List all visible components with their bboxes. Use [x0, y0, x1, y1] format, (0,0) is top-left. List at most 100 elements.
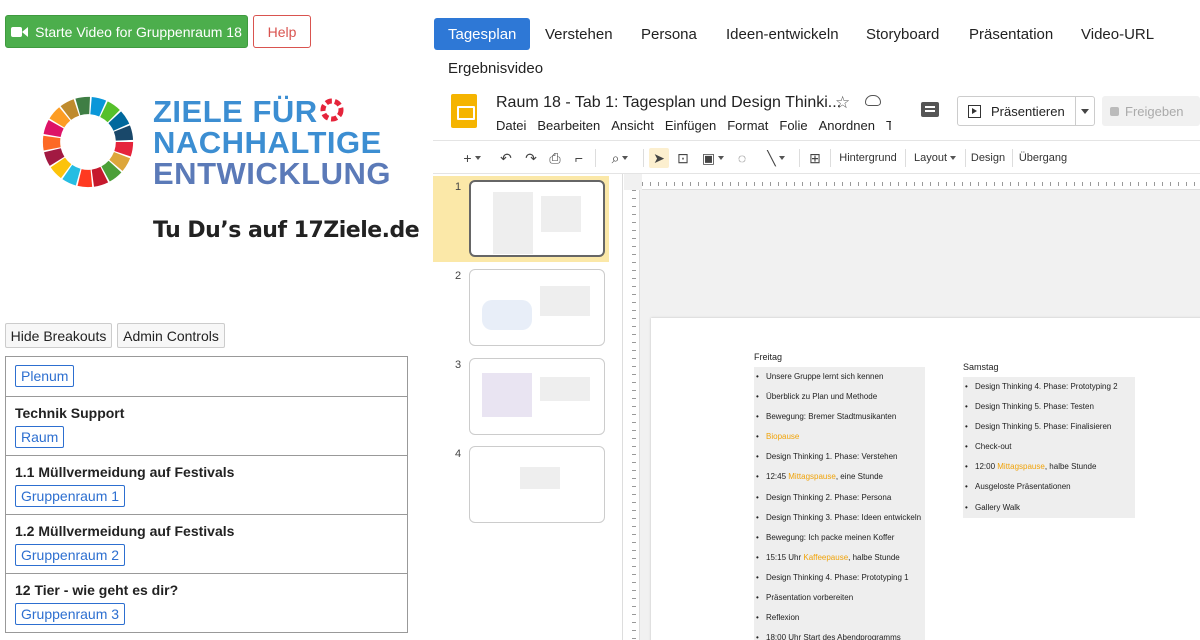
present-button[interactable]: Präsentieren — [957, 96, 1095, 126]
transition-button[interactable]: Übergang — [1019, 148, 1067, 168]
agenda-item-text: 15:15 Uhr — [766, 552, 804, 562]
share-button[interactable]: Freigeben — [1102, 96, 1200, 126]
column-title: Freitag — [754, 352, 783, 362]
start-video-label: Starte Video for Gruppenraum 18 — [35, 23, 242, 40]
agenda-item: Design Thinking 5. Phase: Testen — [963, 397, 1135, 417]
agenda-item-highlight: Mittagspause — [788, 472, 836, 482]
agenda-item-text: Design Thinking 5. Phase: Finalisieren — [975, 422, 1112, 432]
chevron-down-icon[interactable] — [1081, 109, 1089, 114]
slide-thumbnail-2[interactable] — [469, 269, 605, 346]
room-join-button[interactable]: Gruppenraum 3 — [15, 603, 126, 625]
admin-controls-button[interactable]: Admin Controls — [117, 323, 225, 348]
undo-icon[interactable]: ↶ — [497, 148, 515, 168]
tab-tagesplan[interactable]: Tagesplan — [434, 18, 531, 50]
room-row: Technik Support Raum — [6, 397, 407, 456]
vertical-ruler — [624, 190, 640, 640]
menu-datei[interactable]: Datei — [496, 118, 526, 133]
start-video-button[interactable]: Starte Video for Gruppenraum 18 — [5, 15, 248, 48]
room-join-button[interactable]: Gruppenraum 2 — [15, 544, 126, 566]
column-freitag: Freitag Unsere Gruppe lernt sich kennen Ü… — [754, 352, 925, 640]
toolbar-divider — [905, 149, 906, 167]
agenda-item: Gallery Walk — [963, 498, 1135, 518]
zoom-icon[interactable]: ⌕ — [603, 148, 637, 168]
menu-format[interactable]: Format — [727, 118, 768, 133]
tab-persona[interactable]: Persona — [641, 18, 697, 50]
star-icon[interactable]: ☆ — [835, 93, 850, 113]
background-button[interactable]: Hintergrund — [838, 148, 898, 168]
agenda-item-text: Design Thinking 5. Phase: Testen — [975, 402, 1094, 412]
present-divider — [1075, 97, 1076, 125]
slide-number: 3 — [455, 359, 462, 371]
select-cursor-icon[interactable]: ➤ — [649, 148, 669, 168]
agenda-item-text: Design Thinking 4. Phase: Prototyping 2 — [975, 382, 1118, 391]
toolbar-divider — [965, 149, 966, 167]
room-join-button[interactable]: Gruppenraum 1 — [15, 485, 126, 507]
column-list: Unsere Gruppe lernt sich kennen Überblick… — [754, 367, 925, 640]
horizontal-ruler — [642, 174, 1200, 190]
text-box-icon[interactable]: ⊡ — [674, 148, 692, 168]
menu-folie[interactable]: Folie — [779, 118, 807, 133]
agenda-item-text: Gallery Walk — [975, 502, 1021, 512]
print-icon[interactable]: ⎙ — [546, 148, 564, 168]
paint-format-icon[interactable]: ⌐ — [570, 148, 588, 168]
document-title[interactable]: Raum 18 - Tab 1: Tagesplan und Design Th… — [496, 94, 841, 112]
column-samstag: Samstag Design Thinking 4. Phase: Protot… — [963, 362, 1135, 518]
agenda-item-text: Unsere Gruppe lernt sich kennen — [766, 372, 884, 381]
redo-icon[interactable]: ↷ — [522, 148, 540, 168]
agenda-item-text: , halbe Stunde — [848, 552, 900, 562]
room-join-button[interactable]: Raum — [15, 426, 65, 448]
menu-anordnen[interactable]: Anordnen — [819, 118, 875, 133]
agenda-item: Check-out — [963, 437, 1135, 457]
tab-ideen-entwickeln[interactable]: Ideen-entwickeln — [726, 18, 839, 50]
agenda-item: Bewegung: Bremer Stadtmusikanten — [754, 407, 925, 427]
menu-bearbeiten[interactable]: Bearbeiten — [537, 118, 600, 133]
agenda-item: Unsere Gruppe lernt sich kennen — [754, 367, 925, 387]
agenda-item-text: 18:00 Uhr Start des Abendprogramms — [766, 633, 901, 640]
room-title: Technik Support — [15, 405, 125, 421]
menu-einfuegen[interactable]: Einfügen — [665, 118, 716, 133]
slide-thumbnail-4[interactable] — [469, 446, 605, 523]
present-play-icon — [968, 104, 981, 118]
agenda-item-text: Design Thinking 3. Phase: Ideen entwicke… — [766, 512, 922, 522]
line-icon[interactable]: ╲ — [759, 148, 793, 168]
shape-icon[interactable]: ◌ — [733, 148, 751, 168]
design-button[interactable]: Design — [970, 148, 1006, 168]
slide-thumbnail-3[interactable] — [469, 358, 605, 435]
agenda-item: Präsentation vorbereiten — [754, 588, 925, 608]
chevron-down-icon — [622, 156, 629, 160]
agenda-item-text: Design Thinking 4. Phase: Prototyping 1 — [766, 572, 909, 582]
agenda-item: Design Thinking 2. Phase: Persona — [754, 488, 925, 508]
sdg-logo-text: ZIELE FÜR NACHHALTIGE ENTWICKLUNG — [153, 96, 391, 189]
agenda-item: Design Thinking 1. Phase: Verstehen — [754, 447, 925, 467]
tab-verstehen[interactable]: Verstehen — [545, 18, 613, 50]
layout-button[interactable]: Layout — [912, 148, 958, 168]
tab-ergebnisvideo[interactable]: Ergebnisvideo — [448, 52, 543, 84]
tab-video-url[interactable]: Video-URL — [1081, 18, 1154, 50]
room-title: 1.1 Müllvermeidung auf Festivals — [15, 464, 235, 480]
toolbar-divider — [799, 149, 800, 167]
chevron-down-icon — [950, 156, 957, 160]
tab-storyboard[interactable]: Storyboard — [866, 18, 939, 50]
right-panel: Tagesplan Verstehen Persona Ideen-entwic… — [433, 0, 1200, 640]
column-list: Design Thinking 4. Phase: Prototyping 2 D… — [963, 377, 1135, 518]
menu-ansicht[interactable]: Ansicht — [611, 118, 654, 133]
logo-line-2: NACHHALTIGE — [153, 125, 382, 160]
sdg-logo: ZIELE FÜR NACHHALTIGE ENTWICKLUNG — [40, 94, 390, 194]
slide[interactable]: Freitag Unsere Gruppe lernt sich kennen Ü… — [651, 318, 1200, 640]
agenda-item-text: Design Thinking 1. Phase: Verstehen — [766, 452, 898, 462]
room-join-button[interactable]: Plenum — [15, 365, 75, 387]
agenda-item: 12:00 Mittagspause, halbe Stunde — [963, 457, 1135, 477]
help-button[interactable]: Help — [253, 15, 311, 48]
comment-icon[interactable] — [921, 102, 939, 117]
image-icon[interactable]: ▣ — [698, 148, 728, 168]
tab-praesentation[interactable]: Präsentation — [969, 18, 1053, 50]
slide-number: 2 — [455, 270, 462, 282]
add-comment-icon[interactable]: ⊞ — [806, 148, 824, 168]
column-title: Samstag — [963, 362, 999, 372]
room-title: 1.2 Müllvermeidung auf Festivals — [15, 523, 235, 539]
new-slide-button[interactable]: + — [455, 148, 489, 168]
agenda-item-text: Bewegung: Ich packe meinen Koffer — [766, 532, 895, 542]
slide-thumbnail-1[interactable] — [469, 180, 605, 257]
present-label: Präsentieren — [991, 103, 1065, 119]
hide-breakouts-button[interactable]: Hide Breakouts — [5, 323, 112, 348]
